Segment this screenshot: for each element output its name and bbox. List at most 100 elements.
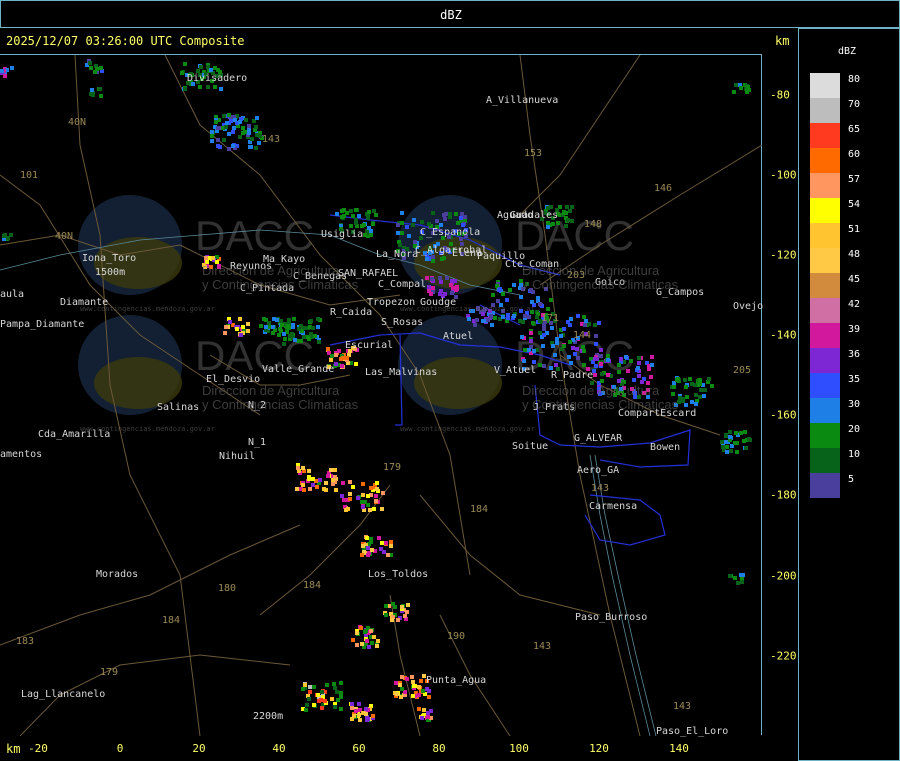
route-number: 184 [303, 580, 322, 591]
legend-swatch [810, 273, 840, 298]
route-number: 184 [162, 615, 181, 626]
place-label: Lag_Llancanelo [21, 689, 106, 700]
place-label: G_ALVEAR [574, 433, 623, 444]
place-label: Morados [96, 569, 139, 580]
x-tick-label: 140 [669, 742, 689, 755]
legend-level: 60 [810, 148, 890, 173]
legend-swatch [810, 323, 840, 348]
route-number: 205 [733, 365, 752, 376]
legend-level: 54 [810, 198, 890, 223]
place-label: S_Rosas [381, 317, 424, 328]
legend-level: 10 [810, 448, 890, 473]
watermark-text-line: Direccion de Agricultura [522, 263, 660, 278]
route-number: 179 [100, 667, 119, 678]
timestamp-label: 2025/12/07 03:26:00 UTC Composite [6, 34, 245, 48]
legend-swatch [810, 223, 840, 248]
title-bar: dBZ [0, 0, 900, 28]
place-label: Valle_Grande [262, 364, 335, 375]
place-label: Aguado [497, 210, 534, 221]
x-tick-label: 60 [352, 742, 366, 755]
watermark-url: www.contingencias.mendoza.gov.ar [80, 425, 215, 433]
legend-label: 10 [848, 449, 861, 460]
place-label: C_Compal [378, 279, 427, 290]
place-label: Usiglia [321, 229, 364, 240]
place-label: Paso_El_Loro [656, 726, 729, 737]
watermark-text-line: y Contingencias Climaticas [522, 277, 679, 292]
place-label: aula [0, 289, 25, 300]
place-label: Divisadero [187, 73, 248, 84]
route-number: 179 [383, 462, 402, 473]
legend-level: 51 [810, 223, 890, 248]
legend-label: 20 [848, 424, 861, 435]
legend-swatch [810, 423, 840, 448]
place-label: C_Espanola [420, 227, 481, 238]
legend-swatch [810, 398, 840, 423]
place-label: Elena [452, 248, 483, 259]
legend-level: 45 [810, 273, 890, 298]
legend-label: 60 [848, 149, 861, 160]
legend-level: 5 [810, 473, 890, 498]
route-number: 143 [262, 134, 281, 145]
legend-swatch [810, 448, 840, 473]
legend-swatch [810, 348, 840, 373]
legend-label: 5 [848, 474, 855, 485]
place-label: Salinas [157, 402, 200, 413]
legend-label: 35 [848, 374, 861, 385]
legend-label: 51 [848, 224, 861, 235]
legend-swatch [810, 173, 840, 198]
route-number: 183 [16, 636, 35, 647]
legend-label: 70 [848, 99, 861, 110]
route-number: 190 [447, 631, 466, 642]
watermark-url: www.contingencias.mendoza.gov.ar [80, 305, 215, 313]
legend-title: dBZ [838, 46, 857, 57]
route-number: 101 [20, 170, 39, 181]
x-tick-label: 40 [272, 742, 286, 755]
route-number: 143 [533, 641, 552, 652]
legend-swatch [810, 298, 840, 323]
x-tick-label: 20 [192, 742, 206, 755]
radar-map[interactable]: DACC DACC DACC DACC Divisadero A_Villanu… [0, 54, 764, 737]
place-label: V_Atuel [494, 365, 537, 376]
route-number: 143 [673, 701, 692, 712]
place-label: La_Nora [376, 249, 419, 260]
legend-level: 80 [810, 73, 890, 98]
legend-label: 80 [848, 74, 861, 85]
legend-level: 35 [810, 373, 890, 398]
product-title: dBZ [440, 8, 462, 22]
place-label: Los_Toldos [368, 569, 429, 580]
place-label: amentos [0, 449, 43, 460]
y-tick-label: -80 [770, 88, 790, 102]
km-unit-bottom: km [6, 742, 21, 756]
legend-label: 42 [848, 299, 861, 310]
watermark-text-line: y Contingencias Climaticas [522, 397, 679, 412]
route-number: 146 [654, 183, 673, 194]
place-label: Aero_GA [577, 465, 620, 476]
legend-label: 48 [848, 249, 861, 260]
y-tick-label: -120 [770, 248, 797, 262]
place-label: Pampa_Diamante [0, 319, 85, 330]
route-number: 40N [68, 117, 87, 128]
legend-level: 36 [810, 348, 890, 373]
legend-level: 48 [810, 248, 890, 273]
legend-swatch [810, 73, 840, 98]
legend-label: 30 [848, 399, 861, 410]
place-label: Iona_Toro [82, 253, 137, 264]
svg-text:DACC: DACC [195, 212, 314, 259]
watermark-url: www.contingencias.mendoza.gov.ar [400, 305, 535, 313]
legend-label: 54 [848, 199, 861, 210]
place-label: Ovejo [733, 301, 764, 312]
route-number: 143 [591, 483, 610, 494]
legend-level: 57 [810, 173, 890, 198]
watermark-text-line: y Contingencias Climaticas [202, 397, 359, 412]
place-label: N_1 [248, 437, 267, 448]
route-number: 148 [584, 219, 603, 230]
legend-level: 20 [810, 423, 890, 448]
watermark-text-line: Direccion de Agricultura [522, 383, 660, 398]
legend-label: 45 [848, 274, 861, 285]
place-label: Paso_Burroso [575, 612, 648, 623]
y-tick-label: -180 [770, 488, 797, 502]
y-tick-label: -100 [770, 168, 797, 182]
y-tick-label: -140 [770, 328, 797, 342]
legend-level: 42 [810, 298, 890, 323]
legend-swatch [810, 98, 840, 123]
